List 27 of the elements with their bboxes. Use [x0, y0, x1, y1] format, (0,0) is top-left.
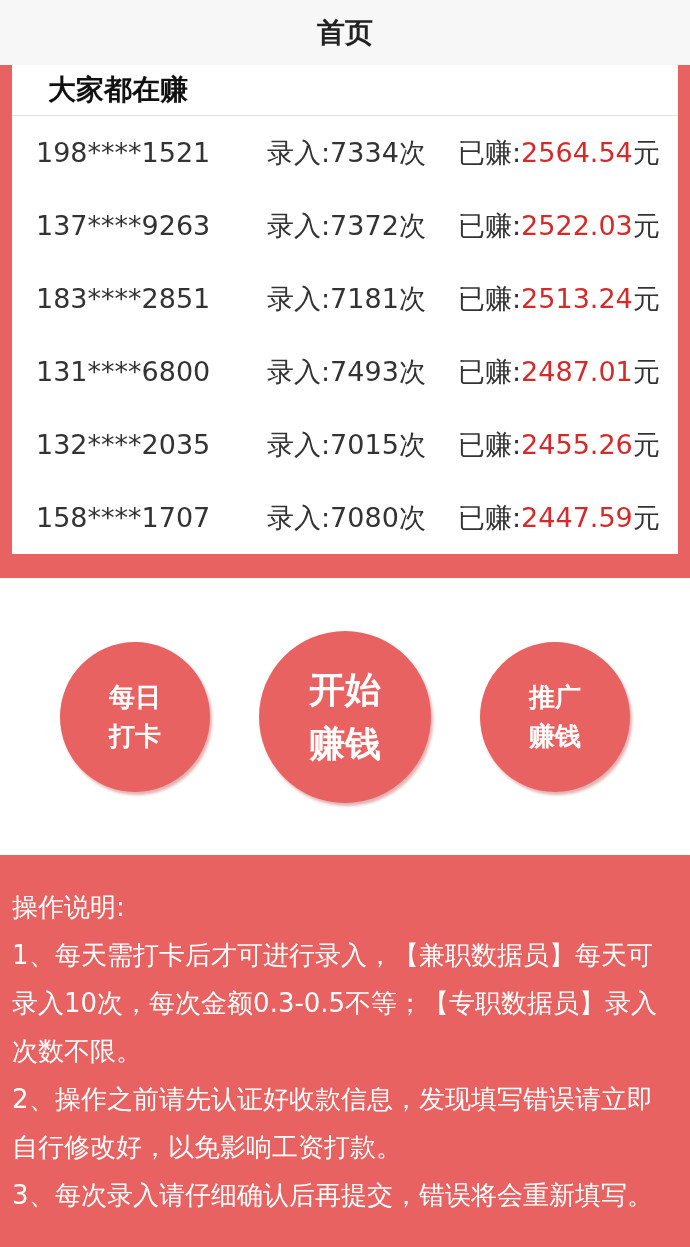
- earned-amount: 已赚:2564.54元: [458, 135, 660, 170]
- section-title: 大家都在赚: [12, 65, 678, 116]
- phone-number: 131****6800: [35, 356, 212, 387]
- phone-number: 198****1521: [35, 137, 212, 168]
- earned-amount: 已赚:2487.01元: [458, 354, 660, 389]
- earned-amount: 已赚:2447.59元: [458, 500, 660, 535]
- page-title: 首页: [317, 14, 373, 51]
- instruction-text: 1、每天需打卡后才可进行录入，【兼职数据员】每天可录入10次，每次金额0.3-0.5不等；【专职数据员】录入次数不限。: [12, 939, 659, 1068]
- instructions-title: 操作说明:: [12, 891, 126, 924]
- phone-number: 132****2035: [35, 429, 212, 460]
- instruction-text: 2、操作之前请先认证好收款信息，发现填写错误请立即自行修改好，以免影响工资打款。: [12, 1083, 654, 1164]
- entry-count: 录入:7181次: [267, 281, 427, 316]
- earned-amount: 已赚:2522.03元: [458, 208, 660, 243]
- instruction-text: 3、每次录入请仔细确认后再提交，错误将会重新填写。: [12, 1179, 654, 1212]
- action-button[interactable]: 每日 打卡: [59, 641, 210, 792]
- earned-amount: 已赚:2455.26元: [458, 427, 660, 462]
- action-button[interactable]: 开始 赚钱: [259, 630, 431, 803]
- phone-number: 137****9263: [35, 210, 212, 241]
- phone-number: 158****1707: [35, 502, 212, 533]
- entry-count: 录入:7015次: [267, 427, 427, 462]
- entry-count: 录入:7334次: [267, 135, 427, 170]
- action-button[interactable]: 推广 赚钱: [480, 641, 631, 792]
- entry-count: 录入:7493次: [267, 354, 427, 389]
- earned-amount: 已赚:2513.24元: [458, 281, 660, 316]
- entry-count: 录入:7372次: [267, 208, 427, 243]
- phone-number: 183****2851: [35, 283, 212, 314]
- entry-count: 录入:7080次: [267, 500, 427, 535]
